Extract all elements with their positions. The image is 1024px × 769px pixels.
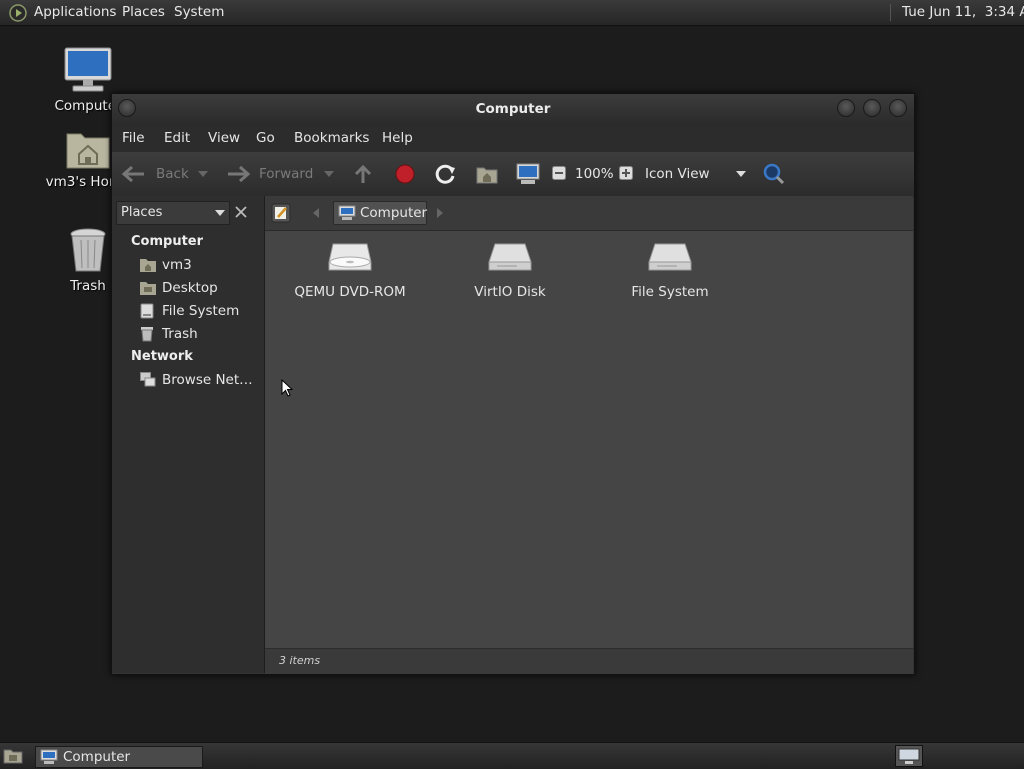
optical-drive-icon	[328, 243, 372, 271]
trash-icon	[141, 327, 153, 342]
path-left-arrow-icon[interactable]	[313, 208, 319, 218]
workspace-switcher-icon[interactable]	[895, 745, 923, 767]
desktop-folder-icon	[140, 282, 156, 295]
stop-icon[interactable]	[395, 164, 415, 184]
menubar: File Edit View Go Bookmarks Help	[112, 126, 914, 152]
sidebar-item-label: vm3	[162, 257, 192, 273]
minimize-button[interactable]	[837, 99, 855, 117]
status-text: 3 items	[279, 654, 321, 667]
file-item-qemu-dvd-rom[interactable]: QEMU DVD-ROM	[280, 240, 420, 300]
file-item-label: VirtIO Disk	[474, 284, 546, 300]
forward-arrow-icon[interactable]	[226, 165, 250, 183]
places-combo[interactable]: Places	[116, 201, 230, 225]
view-mode-chevron-icon[interactable]	[736, 171, 746, 177]
system-menu[interactable]: System	[174, 0, 224, 25]
sidebar-item-label: Trash	[162, 326, 198, 342]
show-desktop-icon[interactable]	[3, 748, 23, 764]
sidebar-heading-network: Network	[131, 349, 193, 364]
panel-separator	[890, 4, 891, 21]
hard-disk-icon	[488, 243, 532, 271]
maximize-button[interactable]	[863, 99, 881, 117]
taskbar-button-computer[interactable]: Computer	[35, 746, 203, 768]
toolbar: Back Forward 100% Icon View	[112, 152, 914, 197]
close-button[interactable]	[889, 99, 907, 117]
search-icon[interactable]	[763, 163, 785, 185]
path-right-arrow-icon[interactable]	[437, 208, 443, 218]
home-folder-icon	[140, 259, 156, 272]
back-button[interactable]: Back	[156, 166, 189, 182]
content-pane[interactable]: Computer QEMU DVD-ROM VirtIO Disk File S…	[265, 196, 913, 674]
menu-help[interactable]: Help	[382, 130, 413, 146]
file-manager-window: Computer File Edit View Go Bookmarks Hel…	[111, 93, 915, 675]
location-edit-icon[interactable]	[271, 203, 291, 223]
home-folder-icon	[66, 133, 110, 169]
applications-menu[interactable]: Applications	[34, 0, 116, 25]
breadcrumb-label: Computer	[360, 205, 428, 221]
window-titlebar[interactable]: Computer	[112, 94, 914, 126]
sidebar-heading-computer: Computer	[131, 234, 204, 249]
places-sidebar: Places Computer vm3 Desktop File System …	[112, 196, 265, 673]
up-arrow-icon[interactable]	[354, 164, 372, 184]
trash-icon	[70, 228, 106, 272]
menu-bookmarks[interactable]: Bookmarks	[294, 130, 369, 146]
breadcrumb-computer[interactable]: Computer	[333, 201, 427, 225]
forward-button[interactable]: Forward	[259, 166, 313, 182]
home-icon[interactable]	[476, 164, 498, 184]
mouse-cursor-icon	[281, 379, 293, 397]
places-menu[interactable]: Places	[122, 0, 165, 25]
sidebar-item-label: Desktop	[162, 280, 218, 296]
zoom-out-icon[interactable]	[552, 166, 566, 180]
sidebar-item-label: File System	[162, 303, 240, 319]
hard-disk-icon	[648, 243, 692, 271]
window-title: Computer	[475, 101, 551, 117]
menu-go[interactable]: Go	[256, 130, 275, 146]
reload-icon[interactable]	[435, 164, 457, 184]
places-combo-label: Places	[121, 205, 163, 220]
menu-edit[interactable]: Edit	[164, 130, 190, 146]
back-arrow-icon[interactable]	[122, 165, 146, 183]
computer-icon[interactable]	[516, 163, 540, 185]
zoom-level[interactable]: 100%	[575, 166, 614, 182]
applications-logo-icon[interactable]	[9, 4, 27, 22]
drive-icon	[140, 303, 154, 319]
file-item-label: QEMU DVD-ROM	[294, 284, 406, 300]
file-item-file-system[interactable]: File System	[600, 240, 740, 300]
computer-icon	[338, 205, 356, 220]
taskbar-button-label: Computer	[63, 749, 131, 765]
back-history-chevron-icon[interactable]	[198, 171, 208, 177]
view-mode-select[interactable]: Icon View	[645, 166, 710, 182]
status-bar: 3 items	[265, 648, 913, 674]
chevron-down-icon	[215, 210, 225, 216]
top-panel: Applications Places System Tue Jun 11, 3…	[0, 0, 1024, 26]
path-bar: Computer	[265, 196, 913, 231]
bottom-panel: Computer	[0, 742, 1024, 769]
forward-history-chevron-icon[interactable]	[324, 171, 334, 177]
close-sidebar-icon[interactable]	[234, 205, 248, 219]
network-icon	[140, 372, 156, 387]
zoom-in-icon[interactable]	[619, 166, 633, 180]
sidebar-item-label: Browse Net…	[162, 372, 253, 388]
file-item-virtio-disk[interactable]: VirtIO Disk	[440, 240, 580, 300]
computer-icon	[64, 47, 112, 92]
file-item-label: File System	[631, 284, 709, 300]
clock[interactable]: Tue Jun 11, 3:34 AM	[902, 0, 1024, 25]
computer-icon	[40, 749, 58, 764]
menu-file[interactable]: File	[122, 130, 145, 146]
menu-view[interactable]: View	[208, 130, 240, 146]
